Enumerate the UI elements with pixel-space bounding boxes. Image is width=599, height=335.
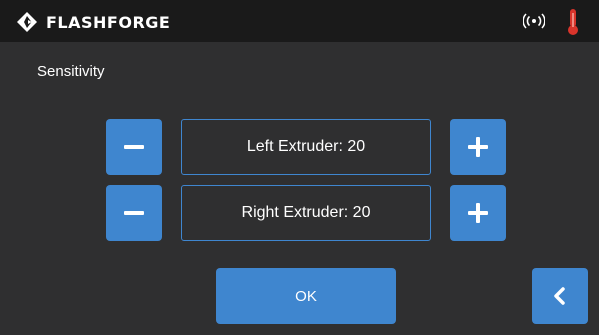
page-title: Sensitivity xyxy=(37,63,105,80)
wifi-icon[interactable] xyxy=(523,12,545,30)
left-extruder-increase-button[interactable] xyxy=(450,119,506,175)
brand-name: FLASHFORGE xyxy=(46,12,171,32)
ok-button-label: OK xyxy=(295,287,317,305)
chevron-left-icon xyxy=(554,287,565,305)
ok-button[interactable]: OK xyxy=(216,268,396,324)
back-button[interactable] xyxy=(532,268,588,324)
left-extruder-value: Left Extruder: 20 xyxy=(181,119,431,175)
minus-icon xyxy=(124,145,144,149)
left-extruder-label: Left Extruder: 20 xyxy=(246,138,366,155)
left-extruder-decrease-button[interactable] xyxy=(106,119,162,175)
thermometer-icon[interactable] xyxy=(566,8,580,36)
brand: FLASHFORGE xyxy=(16,11,170,33)
right-extruder-value: Right Extruder: 20 xyxy=(181,185,431,241)
minus-icon xyxy=(124,211,144,215)
top-bar: FLASHFORGE xyxy=(0,0,599,42)
main-content: Sensitivity Left Extruder: 20 Right Extr… xyxy=(0,42,599,335)
right-extruder-increase-button[interactable] xyxy=(450,185,506,241)
flashforge-logo-icon xyxy=(17,12,37,32)
right-extruder-label: Right Extruder: 20 xyxy=(241,204,371,221)
right-extruder-decrease-button[interactable] xyxy=(106,185,162,241)
